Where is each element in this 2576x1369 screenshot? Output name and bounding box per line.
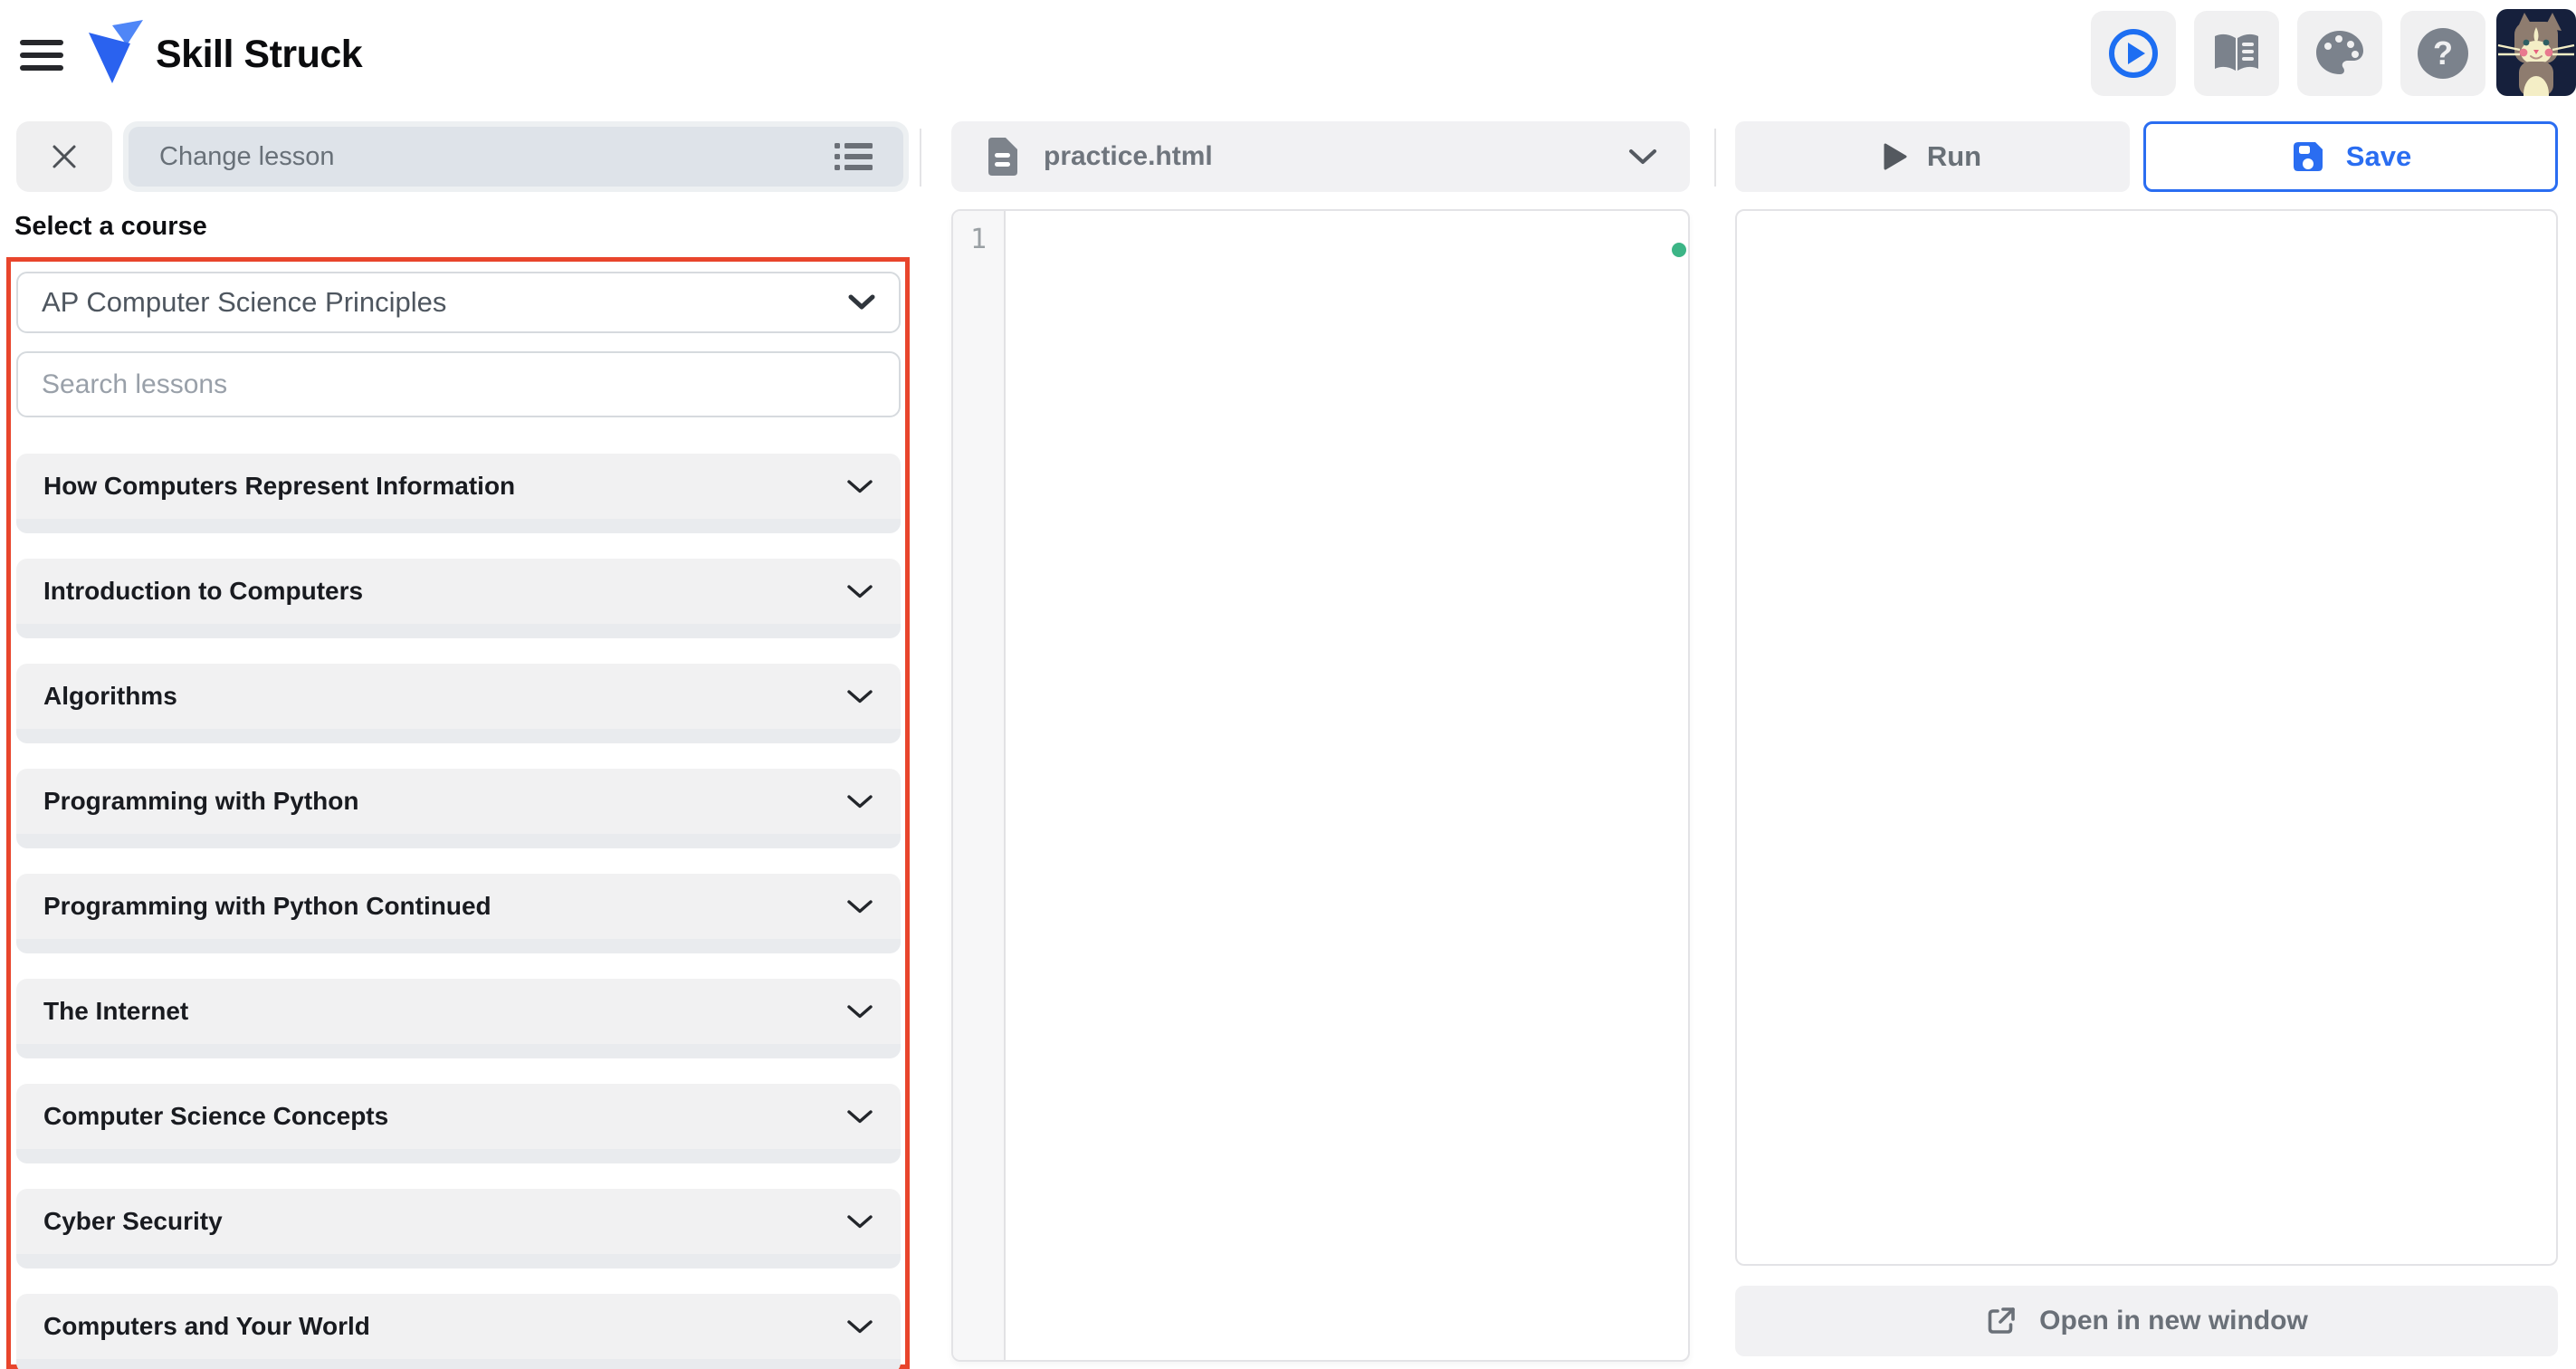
open-new-window-button[interactable]: Open in new window bbox=[1735, 1286, 2558, 1356]
accordion-bottom-strip bbox=[16, 834, 901, 848]
output-preview-pane bbox=[1735, 209, 2558, 1266]
hamburger-menu-icon[interactable] bbox=[20, 40, 63, 71]
toolbar-divider bbox=[920, 129, 921, 187]
play-icon bbox=[1884, 143, 1907, 170]
editor-line-gutter: 1 bbox=[953, 211, 1006, 1360]
accordion-bottom-strip bbox=[16, 1149, 901, 1163]
accordion-bottom-strip bbox=[16, 729, 901, 743]
save-button[interactable]: Save bbox=[2143, 121, 2558, 192]
save-icon bbox=[2293, 142, 2323, 171]
course-unit-list: How Computers Represent Information Intr… bbox=[16, 454, 901, 1369]
course-unit-label: Computer Science Concepts bbox=[43, 1102, 389, 1130]
help-button[interactable]: ? bbox=[2400, 11, 2485, 96]
accordion-bottom-strip bbox=[16, 1254, 901, 1268]
file-selector[interactable]: practice.html bbox=[951, 121, 1690, 192]
skillstruck-logo-icon bbox=[89, 20, 143, 83]
close-icon bbox=[52, 145, 76, 168]
brand-title: Skill Struck bbox=[156, 33, 363, 76]
run-button[interactable]: Run bbox=[1735, 121, 2130, 192]
editor-status-dot bbox=[1672, 243, 1686, 257]
book-icon bbox=[2215, 34, 2258, 71]
save-label: Save bbox=[2345, 140, 2412, 172]
accordion-bottom-strip bbox=[16, 1044, 901, 1058]
course-select[interactable]: AP Computer Science Principles bbox=[16, 272, 901, 333]
close-panel-button[interactable] bbox=[16, 121, 112, 192]
chevron-down-icon bbox=[847, 794, 873, 808]
theme-button[interactable] bbox=[2297, 11, 2382, 96]
change-lesson-button[interactable]: Change lesson bbox=[123, 121, 909, 192]
app-window: Skill Struck ? Change lesson practice.ht… bbox=[0, 0, 2576, 1369]
course-unit-accordion[interactable]: Algorithms bbox=[16, 664, 901, 743]
course-unit-accordion[interactable]: Introduction to Computers bbox=[16, 559, 901, 638]
play-circle-icon bbox=[2109, 29, 2158, 78]
chevron-down-icon bbox=[1629, 149, 1656, 164]
course-unit-accordion[interactable]: Computer Science Concepts bbox=[16, 1084, 901, 1163]
chevron-down-icon bbox=[848, 294, 875, 310]
file-name: practice.html bbox=[1044, 141, 1213, 171]
accordion-bottom-strip bbox=[16, 1359, 901, 1369]
chevron-down-icon bbox=[847, 1319, 873, 1333]
change-lesson-label: Change lesson bbox=[159, 141, 335, 171]
chevron-down-icon bbox=[847, 1214, 873, 1228]
chevron-down-icon bbox=[847, 899, 873, 913]
accordion-bottom-strip bbox=[16, 519, 901, 533]
cat-avatar-icon bbox=[2497, 13, 2575, 96]
help-icon: ? bbox=[2418, 28, 2468, 79]
select-course-heading: Select a course bbox=[14, 212, 207, 241]
user-avatar[interactable] bbox=[2496, 9, 2576, 96]
course-unit-label: Cyber Security bbox=[43, 1207, 223, 1235]
external-link-icon bbox=[1988, 1307, 2015, 1334]
course-unit-accordion[interactable]: How Computers Represent Information bbox=[16, 454, 901, 533]
chevron-down-icon bbox=[847, 689, 873, 703]
chevron-down-icon bbox=[847, 479, 873, 493]
course-unit-label: How Computers Represent Information bbox=[43, 472, 516, 500]
course-unit-accordion[interactable]: Programming with Python Continued bbox=[16, 874, 901, 953]
file-icon bbox=[988, 138, 1017, 176]
run-label: Run bbox=[1926, 140, 1982, 172]
chevron-down-icon bbox=[847, 584, 873, 598]
course-unit-accordion[interactable]: Computers and Your World bbox=[16, 1294, 901, 1369]
course-unit-label: Programming with Python bbox=[43, 787, 359, 815]
search-lessons-input[interactable] bbox=[16, 351, 901, 417]
course-unit-accordion[interactable]: Cyber Security bbox=[16, 1189, 901, 1268]
accordion-bottom-strip bbox=[16, 624, 901, 638]
course-unit-label: Programming with Python Continued bbox=[43, 892, 491, 920]
course-unit-label: Introduction to Computers bbox=[43, 577, 364, 605]
chevron-down-icon bbox=[847, 1109, 873, 1123]
chevron-down-icon bbox=[847, 1004, 873, 1018]
palette-icon bbox=[2316, 31, 2363, 74]
open-new-window-label: Open in new window bbox=[2039, 1306, 2308, 1335]
course-unit-label: Algorithms bbox=[43, 682, 177, 710]
toolbar-divider bbox=[1714, 129, 1716, 187]
run-code-header-button[interactable] bbox=[2091, 11, 2176, 96]
list-icon bbox=[835, 143, 873, 170]
code-editor[interactable]: 1 bbox=[951, 209, 1690, 1362]
course-unit-label: Computers and Your World bbox=[43, 1312, 370, 1340]
course-select-value: AP Computer Science Principles bbox=[42, 286, 447, 318]
course-unit-label: The Internet bbox=[43, 997, 189, 1025]
curriculum-button[interactable] bbox=[2194, 11, 2279, 96]
course-unit-accordion[interactable]: The Internet bbox=[16, 979, 901, 1058]
accordion-bottom-strip bbox=[16, 939, 901, 953]
course-unit-accordion[interactable]: Programming with Python bbox=[16, 769, 901, 848]
